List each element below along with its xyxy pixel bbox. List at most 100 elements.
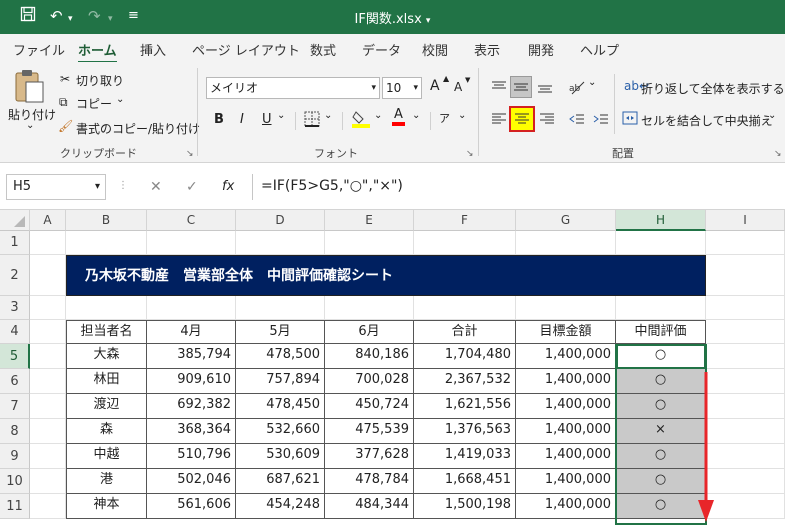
clipboard-launcher-icon[interactable]: ↘ bbox=[186, 149, 194, 159]
value-cell[interactable]: 478,784 bbox=[325, 469, 414, 494]
name-cell[interactable]: 中越 bbox=[66, 444, 147, 469]
value-cell[interactable]: 1,400,000 bbox=[516, 444, 616, 469]
value-cell[interactable]: 1,668,451 bbox=[414, 469, 516, 494]
value-cell[interactable]: 1,376,563 bbox=[414, 419, 516, 444]
cancel-icon[interactable]: ✕ bbox=[150, 179, 162, 195]
table-header-cell[interactable]: 4月 bbox=[147, 320, 236, 344]
name-cell[interactable]: 林田 bbox=[66, 369, 147, 394]
empty-cell[interactable] bbox=[30, 344, 66, 369]
value-cell[interactable]: 475,539 bbox=[325, 419, 414, 444]
empty-cell[interactable] bbox=[325, 231, 414, 255]
row-header[interactable]: 5 bbox=[0, 344, 30, 369]
empty-cell[interactable] bbox=[236, 231, 325, 255]
evaluation-cell[interactable]: ○ bbox=[616, 369, 706, 394]
value-cell[interactable]: 478,500 bbox=[236, 344, 325, 369]
enter-icon[interactable]: ✓ bbox=[186, 179, 198, 195]
table-header-cell[interactable]: 6月 bbox=[325, 320, 414, 344]
underline-dropdown-icon[interactable]: ⌄ bbox=[277, 110, 285, 121]
empty-cell[interactable] bbox=[706, 369, 785, 394]
evaluation-cell[interactable]: ○ bbox=[616, 469, 706, 494]
column-header-f[interactable]: F bbox=[414, 210, 516, 231]
value-cell[interactable]: 561,606 bbox=[147, 494, 236, 519]
empty-cell[interactable] bbox=[706, 320, 785, 344]
select-all-corner[interactable] bbox=[0, 210, 30, 231]
window-title[interactable]: IF関数.xlsx ▾ bbox=[0, 8, 785, 27]
align-top-button[interactable] bbox=[488, 76, 510, 98]
tab-insert[interactable]: 挿入 bbox=[140, 40, 166, 59]
value-cell[interactable]: 1,400,000 bbox=[516, 419, 616, 444]
value-cell[interactable]: 840,186 bbox=[325, 344, 414, 369]
format-painter-button[interactable]: 書式のコピー/貼り付け bbox=[76, 120, 200, 137]
value-cell[interactable]: 1,621,556 bbox=[414, 394, 516, 419]
value-cell[interactable]: 502,046 bbox=[147, 469, 236, 494]
orientation-dropdown-icon[interactable]: ⌄ bbox=[588, 77, 596, 88]
italic-button[interactable]: I bbox=[240, 112, 244, 127]
row-header[interactable]: 10 bbox=[0, 469, 30, 494]
empty-cell[interactable] bbox=[616, 296, 706, 320]
grow-font-button[interactable]: A bbox=[430, 78, 440, 94]
empty-cell[interactable] bbox=[30, 296, 66, 320]
empty-cell[interactable] bbox=[516, 231, 616, 255]
value-cell[interactable]: 530,609 bbox=[236, 444, 325, 469]
tab-data[interactable]: データ bbox=[362, 40, 401, 59]
value-cell[interactable]: 1,419,033 bbox=[414, 444, 516, 469]
empty-cell[interactable] bbox=[147, 231, 236, 255]
name-cell[interactable]: 森 bbox=[66, 419, 147, 444]
table-header-cell[interactable]: 合計 bbox=[414, 320, 516, 344]
tab-review[interactable]: 校閲 bbox=[422, 40, 448, 59]
row-header[interactable]: 4 bbox=[0, 320, 30, 344]
align-center-button[interactable] bbox=[509, 106, 535, 132]
row-header[interactable]: 2 bbox=[0, 255, 30, 296]
evaluation-cell[interactable]: ○ bbox=[616, 494, 706, 519]
orientation-button[interactable]: ab bbox=[566, 76, 588, 98]
tab-view[interactable]: 表示 bbox=[474, 40, 500, 59]
tab-formulas[interactable]: 数式 bbox=[310, 40, 336, 59]
increase-indent-button[interactable] bbox=[590, 108, 612, 130]
value-cell[interactable]: 484,344 bbox=[325, 494, 414, 519]
column-header-i[interactable]: I bbox=[706, 210, 785, 231]
row-header[interactable]: 7 bbox=[0, 394, 30, 419]
evaluation-cell[interactable]: ○ bbox=[616, 394, 706, 419]
value-cell[interactable]: 757,894 bbox=[236, 369, 325, 394]
fill-color-dropdown-icon[interactable]: ⌄ bbox=[374, 110, 382, 121]
merge-center-button[interactable]: セルを結合して中央揃え bbox=[641, 112, 773, 129]
value-cell[interactable]: 1,400,000 bbox=[516, 344, 616, 369]
value-cell[interactable]: 687,621 bbox=[236, 469, 325, 494]
font-name-select[interactable]: メイリオ ▾ bbox=[206, 77, 380, 99]
empty-cell[interactable] bbox=[30, 419, 66, 444]
empty-cell[interactable] bbox=[325, 296, 414, 320]
empty-cell[interactable] bbox=[706, 444, 785, 469]
evaluation-cell[interactable]: ○ bbox=[616, 344, 706, 369]
font-size-select[interactable]: 10 ▾ bbox=[382, 77, 422, 99]
value-cell[interactable]: 909,610 bbox=[147, 369, 236, 394]
empty-cell[interactable] bbox=[516, 296, 616, 320]
table-header-cell[interactable]: 5月 bbox=[236, 320, 325, 344]
row-header[interactable]: 11 bbox=[0, 494, 30, 519]
name-cell[interactable]: 港 bbox=[66, 469, 147, 494]
empty-cell[interactable] bbox=[616, 231, 706, 255]
bold-button[interactable]: B bbox=[214, 112, 224, 127]
decrease-indent-button[interactable] bbox=[566, 108, 588, 130]
tab-developer[interactable]: 開発 bbox=[528, 40, 554, 59]
empty-cell[interactable] bbox=[30, 444, 66, 469]
value-cell[interactable]: 377,628 bbox=[325, 444, 414, 469]
value-cell[interactable]: 700,028 bbox=[325, 369, 414, 394]
empty-cell[interactable] bbox=[147, 296, 236, 320]
copy-dropdown-icon[interactable]: ⌄ bbox=[116, 94, 124, 105]
empty-cell[interactable] bbox=[706, 231, 785, 255]
empty-cell[interactable] bbox=[30, 469, 66, 494]
value-cell[interactable]: 1,400,000 bbox=[516, 394, 616, 419]
align-left-button[interactable] bbox=[488, 108, 510, 130]
value-cell[interactable]: 2,367,532 bbox=[414, 369, 516, 394]
empty-cell[interactable] bbox=[30, 320, 66, 344]
borders-button[interactable] bbox=[304, 111, 320, 130]
phonetic-dropdown-icon[interactable]: ⌄ bbox=[458, 110, 466, 121]
row-header[interactable]: 9 bbox=[0, 444, 30, 469]
value-cell[interactable]: 1,400,000 bbox=[516, 494, 616, 519]
value-cell[interactable]: 692,382 bbox=[147, 394, 236, 419]
empty-cell[interactable] bbox=[706, 419, 785, 444]
value-cell[interactable]: 510,796 bbox=[147, 444, 236, 469]
row-header[interactable]: 6 bbox=[0, 369, 30, 394]
tab-file[interactable]: ファイル bbox=[13, 40, 65, 59]
tab-help[interactable]: ヘルプ bbox=[580, 40, 619, 59]
